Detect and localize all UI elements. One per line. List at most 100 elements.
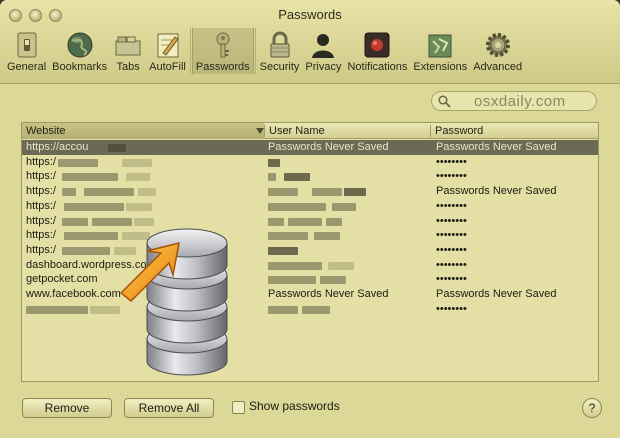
globe-icon [67, 32, 93, 58]
table-row[interactable]: https:/ •••••••• [22, 155, 598, 170]
toolbar-item-autofill[interactable]: AutoFill [146, 28, 189, 74]
cell-password: Passwords Never Saved [436, 288, 557, 300]
redacted-text [284, 173, 310, 182]
redacted-text [126, 173, 150, 182]
redacted-text [332, 202, 356, 211]
table-row[interactable]: https:/ •••••••• [22, 228, 598, 243]
redacted-text [268, 232, 308, 241]
passwords-table: Website User Name Password https://accou… [21, 122, 599, 382]
toolbar-item-notifications[interactable]: Notifications [344, 28, 410, 74]
column-label: Password [435, 125, 484, 137]
table-header: Website User Name Password [22, 123, 598, 139]
sort-descending-icon [256, 128, 264, 134]
redacted-text [320, 276, 346, 285]
toolbar-item-passwords[interactable]: Passwords [191, 28, 254, 74]
cell-website: www.facebook.com [26, 288, 121, 300]
table-row[interactable]: https:/ •••••••• [22, 243, 598, 258]
toolbar-item-security[interactable]: Security [257, 28, 303, 74]
table-row[interactable]: •••••••• [22, 302, 598, 317]
toolbar-label: Bookmarks [52, 61, 108, 73]
toolbar-item-advanced[interactable]: Advanced [470, 28, 525, 74]
person-silhouette-icon [312, 34, 335, 58]
cell-password: •••••••• [436, 199, 467, 212]
cell-website: getpocket.com [26, 273, 98, 286]
column-header-password[interactable]: Password [431, 123, 598, 139]
cell-password: Passwords Never Saved [436, 185, 557, 198]
toolbar-item-tabs[interactable]: Tabs [110, 28, 146, 74]
redacted-text [314, 232, 340, 241]
redacted-text [328, 261, 354, 270]
redacted-text [64, 202, 124, 211]
toolbar-label: Passwords [195, 61, 250, 73]
toolbar-label: AutoFill [149, 61, 186, 73]
redacted-text [302, 305, 330, 314]
cell-password: •••••••• [436, 229, 467, 242]
redacted-text [62, 173, 118, 182]
redacted-text [312, 188, 342, 197]
window-title: Passwords [278, 7, 342, 22]
table-row[interactable]: https:/ Passwords Never Saved [22, 184, 598, 199]
preferences-window: Passwords General Bookmarks Tabs AutoFil… [0, 0, 620, 438]
redacted-text [268, 202, 326, 211]
toolbar-item-extensions[interactable]: Extensions [410, 28, 470, 74]
tabs-icon [115, 36, 141, 56]
redacted-text [268, 246, 298, 255]
redacted-text [62, 217, 88, 226]
cell-password: •••••••• [436, 273, 467, 286]
redacted-text [268, 217, 284, 226]
redacted-text [268, 188, 298, 197]
redacted-text [58, 158, 98, 167]
cell-password: Passwords Never Saved [436, 141, 557, 153]
toolbar-item-bookmarks[interactable]: Bookmarks [49, 28, 110, 74]
show-passwords-label[interactable]: Show passwords [249, 399, 340, 413]
redacted-text [268, 158, 280, 167]
redacted-text [126, 202, 152, 211]
preferences-toolbar: General Bookmarks Tabs AutoFill Password… [4, 28, 525, 74]
toolbar-item-privacy[interactable]: Privacy [302, 28, 344, 74]
redacted-text [326, 217, 342, 226]
table-row[interactable]: https:/ •••••••• [22, 169, 598, 184]
toolbar-label: Security [259, 61, 300, 73]
show-passwords-checkbox[interactable] [232, 401, 245, 414]
toolbar-item-general[interactable]: General [4, 28, 49, 74]
redacted-text [268, 305, 298, 314]
padlock-icon [270, 31, 290, 58]
general-switch-icon [17, 32, 37, 58]
table-row[interactable]: dashboard.wordpress.com •••••••• [22, 258, 598, 273]
cell-password: •••••••• [436, 258, 467, 271]
redacted-text [122, 158, 152, 167]
table-row[interactable]: https://accou Passwords Never Saved Passwo… [22, 140, 598, 155]
column-header-username[interactable]: User Name [265, 123, 430, 139]
toolbar-label: Privacy [305, 61, 342, 73]
toolbar-separator [254, 28, 256, 74]
cell-password: •••••••• [436, 155, 467, 168]
magnifier-icon [438, 95, 451, 108]
cell-username: Passwords Never Saved [268, 141, 389, 153]
redacted-text [268, 276, 316, 285]
key-icon [216, 32, 230, 58]
cell-password: •••••••• [436, 214, 467, 227]
cell-website: https:/ [26, 199, 56, 212]
redacted-text [26, 305, 88, 314]
table-row[interactable]: getpocket.com •••••••• [22, 272, 598, 287]
remove-all-button[interactable]: Remove All [124, 398, 214, 418]
redacted-text [84, 188, 134, 197]
cell-username: Passwords Never Saved [268, 288, 389, 300]
cell-website: https:/ [26, 170, 56, 183]
table-row[interactable]: https:/ •••••••• [22, 214, 598, 229]
help-button[interactable]: ? [582, 398, 602, 418]
redacted-text [62, 188, 76, 197]
column-label: User Name [269, 125, 325, 137]
toolbar-label: Advanced [473, 61, 523, 73]
toolbar-label: General [7, 61, 47, 73]
column-header-website[interactable]: Website [22, 123, 264, 139]
disk-import-arrow-icon [119, 228, 228, 376]
redacted-text [344, 188, 366, 197]
gear-icon [485, 33, 510, 57]
table-row[interactable]: https:/ •••••••• [22, 199, 598, 214]
search-field[interactable]: osxdaily.com [431, 91, 597, 111]
remove-button[interactable]: Remove [22, 398, 112, 418]
table-row[interactable]: www.facebook.com Passwords Never Saved Pas… [22, 287, 598, 302]
cell-website: https:/ [26, 229, 56, 242]
cell-password: •••••••• [436, 243, 467, 256]
